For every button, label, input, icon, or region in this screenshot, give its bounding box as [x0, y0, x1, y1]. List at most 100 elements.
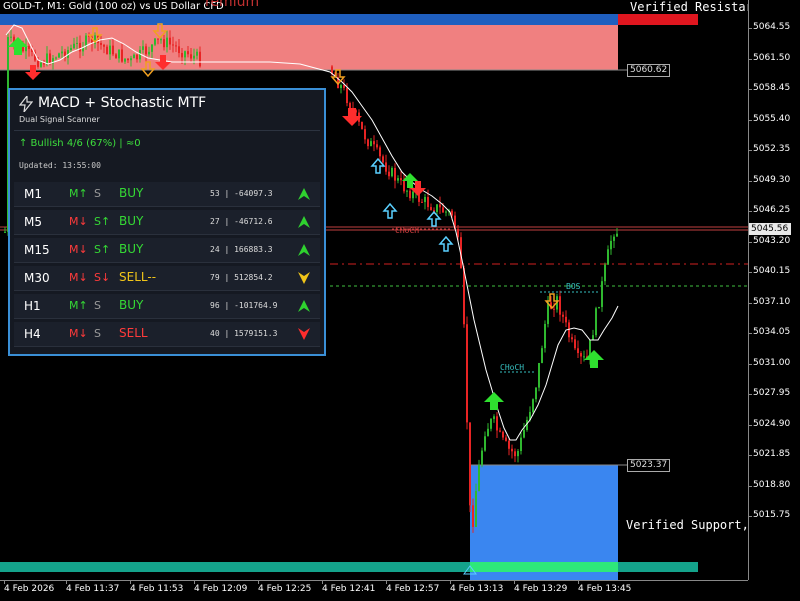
bos-label: BOS	[566, 282, 581, 291]
price-tick-label: 5049.30	[748, 174, 791, 185]
candle-body	[607, 249, 609, 265]
choch-label-1: CHoCH	[395, 226, 419, 235]
verified-support-label: Verified Support,	[626, 518, 748, 532]
candle-body	[388, 171, 390, 177]
buy-arrow-outline-4	[438, 235, 454, 252]
candle-body	[394, 167, 396, 181]
candle-body	[364, 129, 366, 140]
price-tick-label: 5064.55	[748, 22, 791, 32]
candle-body	[133, 54, 135, 59]
candle-body	[109, 45, 111, 55]
candle-body	[499, 430, 501, 432]
candle-body	[472, 505, 474, 527]
candle-body	[436, 204, 438, 212]
price-scale[interactable]: 5064.55 5061.50 5058.45 5055.40 5052.35 5049.…	[748, 0, 800, 580]
candle-body	[142, 46, 144, 50]
candle-body	[511, 448, 513, 452]
candle-body	[118, 49, 120, 59]
macd-status: M↓	[69, 215, 88, 228]
current-price-tag: 5045.56	[749, 223, 791, 235]
candle-body	[379, 147, 381, 157]
candle-body	[397, 178, 399, 181]
price-tick-label: 5018.80	[748, 479, 791, 490]
arrow-up-icon	[297, 214, 311, 228]
macd-status: M↓	[69, 243, 88, 256]
macd-status: M↓	[69, 327, 88, 340]
candle-body	[574, 339, 576, 349]
candle-body	[376, 144, 378, 148]
signal-label: BUY	[119, 298, 144, 312]
candle-body	[430, 207, 432, 211]
candle-body	[424, 196, 426, 203]
chart-area[interactable]: CHoCH CHoCH BOS GOLD-T, M1: Gold (100 oz…	[0, 0, 748, 580]
signal-label: BUY	[119, 242, 144, 256]
price-tick-label: 5027.95	[748, 388, 791, 398]
candle-body	[544, 323, 546, 349]
signal-label: BUY	[119, 186, 144, 200]
candle-body	[445, 211, 447, 213]
candle-body	[172, 44, 174, 46]
timeframe-row-m30[interactable]: M30 M↓ S↓ SELL-- 79 | 512854.2	[14, 266, 320, 291]
candle-body	[559, 296, 561, 315]
candle-body	[79, 42, 81, 52]
indicator-values: 53 | -64097.3	[210, 189, 273, 198]
candle-body	[76, 42, 78, 44]
time-tick-label: 4 Feb 13:29	[514, 581, 568, 594]
candle-body	[184, 51, 186, 58]
candle-body	[598, 306, 600, 309]
candle-body	[427, 196, 429, 208]
timeframe-label: M1	[24, 187, 42, 201]
buy-arrow-outline-2	[382, 202, 398, 219]
arrow-up-icon	[297, 242, 311, 256]
candle-body	[547, 302, 549, 324]
candle-body	[115, 54, 117, 59]
candle-body	[490, 418, 492, 429]
panel-header[interactable]: MACD + Stochastic MTF Dual Signal Scanne…	[10, 90, 324, 130]
candle-body	[199, 51, 201, 67]
time-tick-label: 4 Feb 13:13	[450, 581, 504, 594]
candle-body	[442, 207, 444, 213]
stoch-status: S↓	[94, 271, 111, 284]
time-tick-label: 4 Feb 12:25	[258, 581, 312, 594]
stoch-status: S	[94, 299, 101, 312]
chart-symbol-title: GOLD-T, M1: Gold (100 oz) vs US Dollar C…	[3, 1, 224, 12]
candle-body	[466, 324, 468, 423]
time-tick-label: 4 Feb 13:45	[578, 581, 632, 594]
candle-body	[406, 190, 408, 192]
candle-body	[163, 39, 165, 48]
candle-body	[604, 264, 606, 282]
mtf-scanner-panel[interactable]: MACD + Stochastic MTF Dual Signal Scanne…	[8, 88, 326, 356]
candle-body	[616, 233, 618, 237]
candle-body	[580, 353, 582, 357]
time-scale[interactable]: 4 Feb 2026 4 Feb 11:37 4 Feb 11:53 4 Feb 12…	[0, 580, 748, 601]
candle-body	[421, 201, 423, 203]
candle-body	[121, 49, 123, 62]
candle-body	[127, 58, 129, 61]
candle-body	[565, 316, 567, 323]
candle-body	[169, 37, 171, 45]
price-tick-label: 5021.85	[748, 449, 791, 459]
lightning-icon	[18, 94, 34, 116]
panel-subtitle: Dual Signal Scanner	[19, 115, 100, 124]
candle-body	[343, 85, 345, 88]
timeframe-row-m15[interactable]: M15 M↓ S↑ BUY 24 | 166883.3	[14, 238, 320, 263]
candle-body	[517, 451, 519, 457]
discount-green-band	[470, 562, 618, 572]
candle-body	[505, 437, 507, 441]
price-tick-label: 5037.10	[748, 296, 791, 307]
timeframe-row-h4[interactable]: H4 M↓ S SELL 40 | 1579151.3	[14, 322, 320, 347]
timeframe-row-h1[interactable]: H1 M↑ S BUY 96 | -101764.9	[14, 294, 320, 319]
timeframe-label: H4	[24, 327, 41, 341]
buy-arrow-large-2	[484, 392, 504, 410]
timeframe-row-m5[interactable]: M5 M↓ S↑ BUY 27 | -46712.6	[14, 210, 320, 235]
candle-body	[601, 281, 603, 307]
candle-body	[592, 335, 594, 340]
timeframe-row-m1[interactable]: M1 M↑ S BUY 53 | -64097.3	[14, 182, 320, 207]
buy-arrow-outline-3	[426, 210, 442, 227]
candle-body	[136, 54, 138, 60]
candle-body	[610, 240, 612, 250]
time-tick-label: 4 Feb 12:57	[386, 581, 440, 594]
candle-body	[367, 139, 369, 147]
candle-body	[538, 362, 540, 388]
candle-body	[400, 178, 402, 181]
